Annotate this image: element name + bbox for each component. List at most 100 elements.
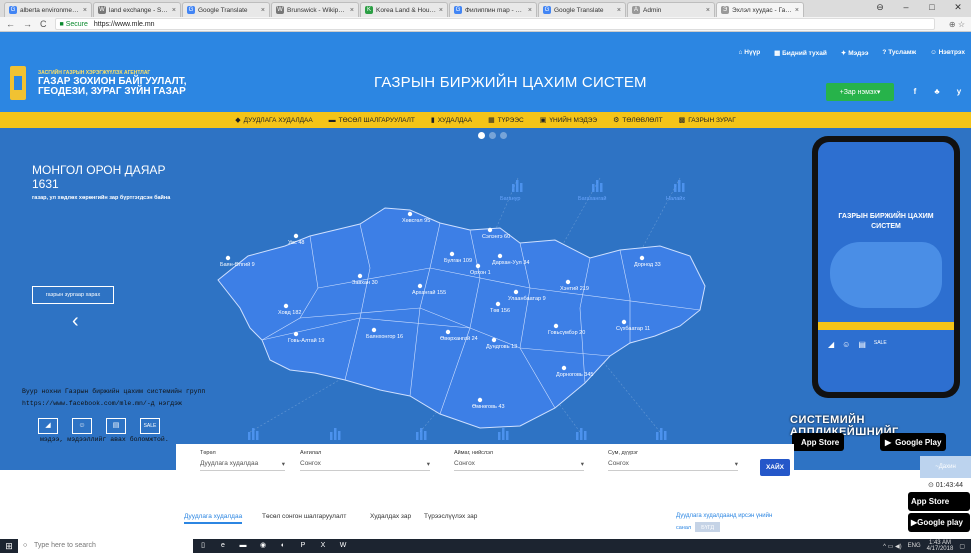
tab-project-selection[interactable]: Төсөл сонгон шалгаруулалт [262, 513, 346, 520]
timer-label[interactable]: ~Дахин [920, 456, 971, 478]
menu-item[interactable]: ⚙ ТӨЛӨВЛӨЛТ [613, 116, 662, 125]
android-icon[interactable]: ♣ [928, 83, 946, 101]
region-marker[interactable] [225, 255, 231, 261]
firefox-icon[interactable]: ◐ [273, 539, 293, 553]
region-label[interactable]: Хэнтий 219 [560, 285, 589, 292]
region-marker[interactable] [357, 273, 363, 279]
menu-item[interactable]: ▬ ТӨСӨЛ ШАЛГАРУУЛАЛТ [329, 117, 415, 124]
menu-item[interactable]: ▩ ГАЗРЫН ЗУРАГ [679, 116, 736, 125]
region-label[interactable]: Говь-Алтай 19 [288, 337, 324, 344]
aimag-select[interactable]: Аймаг, нийслэл Сонгох ▾ [454, 450, 584, 471]
category-select[interactable]: Ангилал Сонгох ▾ [300, 450, 430, 471]
forward-icon[interactable]: → [23, 19, 32, 29]
taskbar-search[interactable]: Type here to search [18, 539, 193, 553]
home-link[interactable]: ⌂ Нүүр [739, 49, 761, 57]
region-marker[interactable] [495, 301, 501, 307]
playstore-button[interactable]: ▶ Google Play [880, 433, 947, 451]
browser-tab[interactable]: G Google Translate × [538, 2, 626, 17]
clock[interactable]: 1:43 AM 4/17/2018 [927, 540, 954, 552]
help-link[interactable]: ? Тусламж [882, 49, 916, 57]
browser-tab[interactable]: G Филиппин map - Goo × [449, 2, 537, 17]
all-button[interactable]: БҮГД [695, 522, 721, 532]
region-marker[interactable] [491, 337, 497, 343]
region-label[interactable]: Хөвсгөл 95 [402, 218, 430, 224]
region-label[interactable]: Дундговь 13 [486, 344, 517, 350]
region-label[interactable]: Орхон 1 [470, 270, 491, 276]
close-icon[interactable]: ✕ [945, 0, 971, 15]
zoom-icon[interactable]: ⊕ ☆ [949, 20, 965, 29]
tab-close-icon[interactable]: × [350, 7, 354, 14]
region-marker[interactable] [407, 211, 413, 217]
browser-tab[interactable]: Wland exchange - Search× [93, 2, 181, 17]
browser-tab[interactable]: K Korea Land & Housing × [360, 2, 448, 17]
language-indicator[interactable]: ENG [908, 543, 921, 549]
tab-close-icon[interactable]: × [706, 7, 710, 14]
agency-logo[interactable] [10, 66, 26, 100]
view-map-button[interactable]: газрын зургаар харах [32, 286, 114, 304]
type-select[interactable]: Төрөл Дуудлага худалдаа ▾ [200, 450, 285, 471]
excel-icon[interactable]: X [313, 539, 333, 553]
region-label[interactable]: Завхан 30 [352, 280, 378, 286]
sum-select[interactable]: Сум, дүүрэг Сонгох ▾ [608, 450, 738, 471]
appstore-button[interactable]: App Store [792, 433, 845, 451]
carousel-dot-1[interactable] [478, 132, 485, 139]
region-marker[interactable] [621, 319, 627, 325]
tab-close-icon[interactable]: × [528, 7, 532, 14]
tray-icons[interactable]: ^ ▭ ◀) [883, 543, 901, 550]
region-label[interactable]: Өвөрхангай 24 [440, 335, 478, 342]
appstore-badge[interactable]: App Store [908, 492, 970, 511]
windows-start-icon[interactable]: ⊞ [0, 539, 18, 553]
region-label[interactable]: Увс 48 [288, 240, 304, 246]
back-icon[interactable]: ← [6, 19, 15, 29]
url-field[interactable]: ■ Secure https://www.mle.mn [54, 18, 935, 30]
region-label[interactable]: Ховд 182 [278, 310, 301, 316]
menu-item[interactable]: ▮ ХУДАЛДАА [431, 116, 472, 125]
region-label[interactable]: Сүхбаатар 11 [616, 326, 650, 332]
tab-close-icon[interactable]: × [617, 7, 621, 14]
search-button[interactable]: ХАЙХ [760, 459, 790, 476]
browser-tab[interactable]: W Brunswick - Wikipedia × [271, 2, 359, 17]
region-marker[interactable] [475, 263, 481, 269]
region-marker[interactable] [513, 289, 519, 295]
reload-icon[interactable]: C [40, 19, 47, 29]
region-label[interactable]: Дорноговь 345 [556, 372, 593, 378]
word-icon[interactable]: W [333, 539, 353, 553]
tab-close-icon[interactable]: × [172, 7, 176, 14]
region-marker[interactable] [497, 253, 503, 259]
region-marker[interactable] [449, 251, 455, 257]
region-label[interactable]: Төв 156 [490, 308, 510, 314]
region-marker[interactable] [445, 329, 451, 335]
carousel-dot-3[interactable] [500, 132, 507, 139]
tab-close-icon[interactable]: × [83, 7, 87, 14]
edge-icon[interactable]: e [213, 539, 233, 553]
tab-close-icon[interactable]: × [439, 7, 443, 14]
maximize-icon[interactable]: □ [919, 0, 945, 15]
region-label[interactable]: Өмнөговь 43 [472, 404, 505, 410]
region-label[interactable]: Архангай 155 [412, 289, 446, 296]
login-link[interactable]: ☺ Нэвтрэх [930, 49, 965, 57]
browser-tab[interactable]: Galberta environment ai × [4, 2, 92, 17]
minimize-icon[interactable]: – [893, 0, 919, 15]
region-marker[interactable] [561, 365, 567, 371]
about-link[interactable]: ▦ Бидний тухай [774, 49, 827, 57]
playstore-badge[interactable]: ▶ Google play [908, 513, 970, 532]
region-label[interactable]: Улаанбаатар 9 [508, 296, 546, 302]
region-marker[interactable] [477, 397, 483, 403]
region-marker[interactable] [487, 227, 493, 233]
region-marker[interactable] [417, 283, 423, 289]
region-label[interactable]: Баянхонгор 16 [366, 334, 403, 340]
carousel-prev-icon[interactable]: ‹ [72, 310, 79, 333]
browser-tab[interactable]: Э Эхлэл хуудас - Газры × [716, 2, 804, 17]
menu-item[interactable]: ◆ ДУУДЛАГА ХУДАЛДАА [235, 116, 312, 125]
profile-icon[interactable]: ⊖ [867, 0, 893, 15]
menu-item[interactable]: ▣ ҮНИЙН МЭДЭЭ [540, 116, 597, 125]
chrome-icon[interactable]: ◉ [253, 539, 273, 553]
task-view-icon[interactable]: ▯ [193, 539, 213, 553]
tab-rent-ads[interactable]: Түрээслүүлэх зар [424, 513, 477, 520]
menu-item[interactable]: ▦ ТҮРЭЭС [488, 116, 524, 125]
region-label[interactable]: Баян-Өлгий 9 [220, 261, 255, 268]
region-label[interactable]: Булган 109 [444, 258, 472, 264]
region-marker[interactable] [639, 255, 645, 261]
browser-tab[interactable]: A Admin × [627, 2, 715, 17]
facebook-icon[interactable]: f [906, 83, 924, 101]
